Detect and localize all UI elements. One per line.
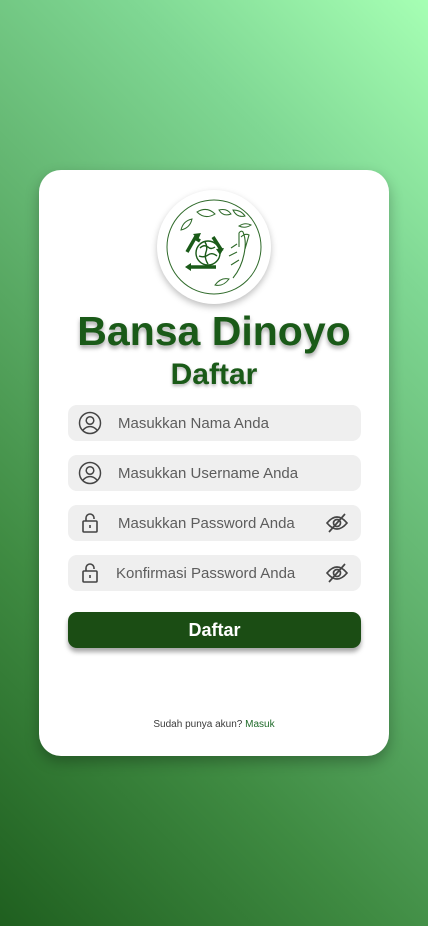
recycle-earth-logo-icon bbox=[166, 199, 262, 295]
eye-off-icon[interactable] bbox=[325, 562, 349, 584]
login-prompt-text: Sudah punya akun? bbox=[153, 719, 243, 730]
register-button[interactable]: Daftar bbox=[68, 612, 361, 648]
lock-icon bbox=[82, 563, 98, 583]
password-input[interactable] bbox=[118, 505, 318, 541]
confirm-password-field[interactable] bbox=[68, 555, 361, 591]
username-input[interactable] bbox=[118, 455, 318, 491]
eye-off-icon[interactable] bbox=[325, 512, 349, 534]
login-link[interactable]: Masuk bbox=[245, 719, 274, 730]
user-circle-icon bbox=[78, 411, 102, 435]
lock-icon bbox=[82, 513, 98, 533]
password-field[interactable] bbox=[68, 505, 361, 541]
register-card: Bansa Dinoyo Daftar Masukkan Nama Anda M… bbox=[39, 170, 389, 756]
app-logo bbox=[157, 190, 271, 304]
user-circle-icon bbox=[78, 461, 102, 485]
name-field[interactable] bbox=[68, 405, 361, 441]
login-prompt: Sudah punya akun? Masuk bbox=[39, 719, 389, 730]
app-title: Bansa Dinoyo bbox=[77, 308, 351, 354]
page-title: Daftar bbox=[170, 358, 258, 391]
username-field[interactable] bbox=[68, 455, 361, 491]
confirm-password-input[interactable] bbox=[116, 555, 316, 591]
name-input[interactable] bbox=[118, 405, 318, 441]
